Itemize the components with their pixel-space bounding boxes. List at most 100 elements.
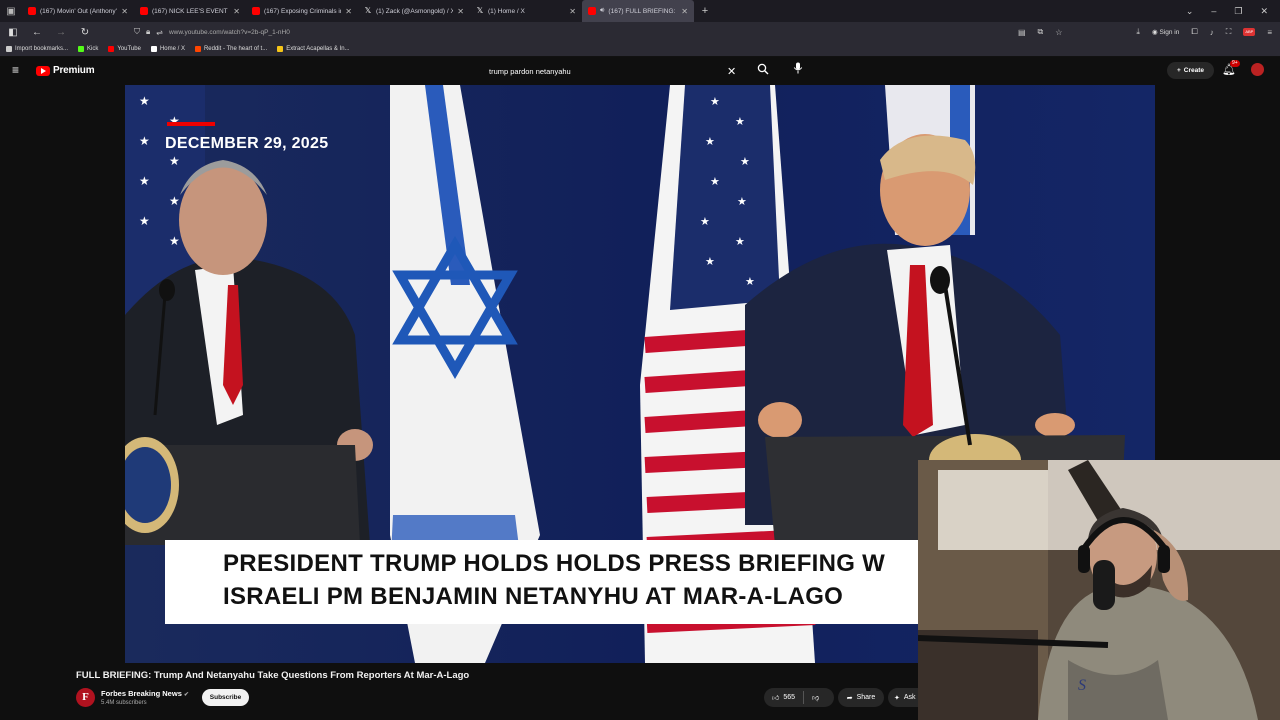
browser-tab[interactable]: (167) NICK LEE'S EVENT SOON ✕	[134, 0, 246, 22]
extensions-icon[interactable]: ⧠	[1191, 27, 1197, 37]
window-controls: ⌄ – ❐ ✕	[1186, 0, 1280, 22]
bookmark-item[interactable]: Reddit - The heart of t...	[194, 46, 267, 52]
clear-search-icon[interactable]: ✕	[727, 65, 741, 78]
subscriber-count: 5.4M subscribers	[101, 700, 147, 706]
permissions-icon[interactable]: ⇌	[156, 28, 163, 37]
minimize-icon[interactable]: –	[1211, 6, 1216, 16]
menu-icon[interactable]: ≡	[12, 64, 24, 76]
close-tab-icon[interactable]: ✕	[569, 7, 576, 16]
share-arrow-icon: ➦	[846, 694, 853, 702]
close-tab-icon[interactable]: ✕	[233, 7, 240, 16]
save-icon[interactable]: ⛶	[1226, 27, 1232, 37]
tab-title: (167) NICK LEE'S EVENT SOON	[152, 7, 229, 15]
bookmark-item[interactable]: Import bookmarks...	[6, 46, 68, 52]
date-overlay: DECEMBER 29, 2025	[165, 135, 329, 152]
like-dislike-bar: 👍︎ 565 👎︎	[764, 688, 834, 707]
bookmark-item[interactable]: YouTube	[108, 46, 141, 52]
browser-tab[interactable]: (167) Movin' Out (Anthony's So✕	[22, 0, 134, 22]
browser-tab[interactable]: 𝕏 (1) Home / X ✕	[470, 0, 582, 22]
logo-text: Premium	[53, 65, 95, 76]
bookmarks-bar: Import bookmarks... Kick YouTube Home / X Re…	[0, 42, 1280, 57]
sign-in-button[interactable]: ◉ Sign in	[1152, 28, 1179, 36]
browser-tab[interactable]: 𝕏 (1) Zack (@Asmongold) / X ✕	[358, 0, 470, 22]
adblock-extension-icon[interactable]: ABP	[1243, 28, 1256, 36]
browser-navbar: ◧ ← → ↻ ⛉ 🔒︎ ⇌ www.youtube.com/watch?v=2…	[0, 22, 1280, 42]
channel-name-row[interactable]: Forbes Breaking News ✔	[101, 689, 189, 698]
channel-avatar[interactable]: F	[76, 688, 95, 707]
plus-icon: +	[1176, 67, 1181, 74]
speaker-icon[interactable]: 🔊︎	[600, 7, 604, 15]
bookmark-favicon-icon	[6, 46, 12, 52]
svg-text:★: ★	[710, 96, 720, 108]
bookmark-label: Kick	[87, 46, 99, 52]
bookmark-label: Extract Acapellas & In...	[286, 46, 350, 52]
app-menu-icon[interactable]: ≡	[1267, 28, 1272, 37]
sidebar-toggle-icon[interactable]: ◧	[6, 27, 20, 38]
browser-tab[interactable]: (167) Exposing Criminals in Berl ✕	[246, 0, 358, 22]
close-tab-icon[interactable]: ✕	[457, 7, 464, 16]
like-count: 565	[783, 694, 796, 701]
voice-search-button[interactable]	[788, 62, 808, 80]
downloads-icon[interactable]: ⤓	[1136, 27, 1140, 37]
restore-icon[interactable]: ❐	[1234, 6, 1242, 17]
bookmark-favicon-icon	[78, 46, 85, 52]
youtube-logo[interactable]: Premium	[36, 65, 95, 76]
browser-tab[interactable]: 🔊︎ (167) FULL BRIEFING: Trum ✕	[582, 0, 694, 22]
audio-icon[interactable]: ♪	[1210, 28, 1214, 37]
bookmark-favicon-icon	[150, 46, 157, 52]
forward-button[interactable]: →	[54, 27, 68, 38]
svg-text:★: ★	[735, 116, 745, 128]
channel-name[interactable]: Forbes Breaking News	[101, 689, 182, 698]
news-lower-third: PRESIDENT TRUMP HOLDS HOLDS PRESS BRIEFI…	[165, 540, 925, 624]
create-button[interactable]: + Create	[1167, 62, 1214, 79]
microphone-icon	[793, 62, 803, 74]
dislike-button[interactable]: 👎︎	[804, 693, 827, 702]
close-tab-icon[interactable]: ✕	[121, 7, 128, 16]
search-input[interactable]: trump pardon netanyahu	[489, 67, 727, 76]
tab-title: (1) Zack (@Asmongold) / X	[376, 7, 454, 15]
share-button[interactable]: ➦ Share	[838, 688, 884, 707]
sign-in-label: Sign in	[1159, 29, 1180, 36]
svg-text:★: ★	[737, 196, 747, 208]
svg-text:★: ★	[139, 94, 150, 108]
new-tab-button[interactable]: +	[694, 5, 716, 17]
reload-button[interactable]: ↻	[78, 27, 92, 38]
bookmark-item[interactable]: Home / X	[150, 46, 185, 52]
shield-icon[interactable]: ⛉	[134, 27, 140, 37]
x-icon: 𝕏	[364, 6, 372, 15]
lower-third-line-1: PRESIDENT TRUMP HOLDS HOLDS PRESS BRIEFI…	[223, 550, 886, 577]
bookmark-favicon-icon	[194, 46, 201, 52]
account-avatar[interactable]	[1251, 63, 1264, 76]
close-tab-icon[interactable]: ✕	[345, 7, 352, 16]
address-bar[interactable]: ⛉ 🔒︎ ⇌ www.youtube.com/watch?v=2b-qP_1-n…	[134, 24, 1084, 40]
like-button[interactable]: 👍︎ 565	[764, 691, 805, 704]
bookmark-item[interactable]: Kick	[78, 46, 98, 52]
thumbs-down-icon: 👎︎	[812, 695, 820, 702]
lock-icon[interactable]: 🔒︎	[146, 27, 150, 37]
subscribe-button[interactable]: Subscribe	[202, 689, 249, 706]
url-text[interactable]: www.youtube.com/watch?v=2b-qP_1-nH0	[169, 29, 290, 36]
tab-list: (167) Movin' Out (Anthony's So✕(167) NIC…	[22, 0, 694, 22]
svg-text:★: ★	[745, 276, 755, 288]
sparkle-icon: ✦	[894, 694, 900, 702]
close-window-icon[interactable]: ✕	[1260, 6, 1268, 17]
search-button[interactable]	[757, 63, 769, 78]
back-button[interactable]: ←	[30, 27, 44, 38]
browser-tab-strip: ▣ (167) Movin' Out (Anthony's So✕(167) N…	[0, 0, 1280, 22]
bookmark-star-icon[interactable]: ☆	[1055, 28, 1062, 37]
bookmark-item[interactable]: Extract Acapellas & In...	[277, 46, 350, 52]
picture-in-picture-icon[interactable]: ⧉	[1038, 27, 1044, 37]
tab-title: (167) Movin' Out (Anthony's So	[40, 7, 118, 15]
close-tab-icon[interactable]: ✕	[681, 7, 688, 16]
tab-title: (1) Home / X	[488, 7, 525, 15]
youtube-icon	[140, 7, 148, 15]
reader-view-icon[interactable]: ▤	[1018, 28, 1026, 37]
notification-count-badge: 9+	[1230, 60, 1240, 67]
list-all-tabs-icon[interactable]: ⌄	[1186, 6, 1194, 17]
lower-third-line-2: ISRAELI PM BENJAMIN NETANYHU AT MAR-A-LA…	[223, 583, 844, 610]
svg-text:★: ★	[139, 214, 150, 228]
tab-list-icon[interactable]: ▣	[0, 0, 22, 22]
svg-text:★: ★	[139, 174, 150, 188]
tab-title: (167) Exposing Criminals in Berl	[264, 7, 341, 15]
webcam-scene: S	[918, 460, 1280, 720]
